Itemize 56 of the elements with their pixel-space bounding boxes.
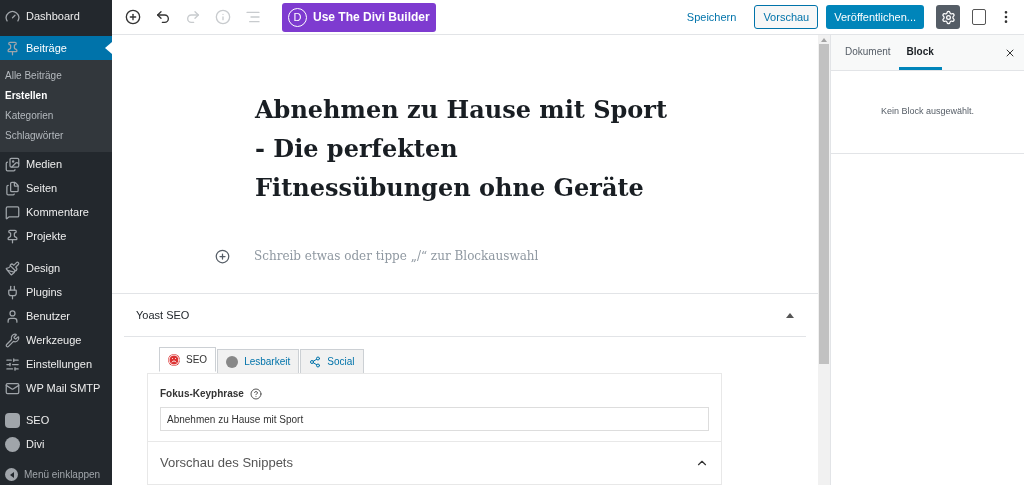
scrollbar[interactable] bbox=[818, 35, 830, 485]
publish-button[interactable]: Veröffentlichen... bbox=[826, 5, 924, 29]
collapse-icon[interactable] bbox=[786, 312, 794, 318]
preview-button[interactable]: Vorschau bbox=[754, 5, 819, 29]
panel-header[interactable]: Yoast SEO bbox=[124, 294, 806, 337]
submenu-item[interactable]: Schlagwörter bbox=[0, 126, 112, 146]
menu-icon bbox=[5, 284, 20, 300]
snippet-header[interactable]: Vorschau des Snippets bbox=[148, 442, 721, 484]
menu-icon bbox=[5, 260, 20, 276]
add-block-icon[interactable] bbox=[215, 248, 230, 264]
gauge-icon bbox=[5, 8, 20, 24]
yoast-tab[interactable]: Lesbarkeit bbox=[217, 349, 300, 374]
sidebar-item[interactable]: Seiten bbox=[0, 176, 112, 200]
menu-icon bbox=[5, 156, 20, 172]
yoast-tab[interactable]: SEO bbox=[159, 347, 217, 372]
menu-icon bbox=[5, 380, 20, 396]
circle-logo-icon bbox=[5, 436, 20, 452]
collapse-icon bbox=[5, 468, 18, 481]
submenu-item[interactable]: Alle Beiträge bbox=[0, 66, 112, 86]
menu-icon bbox=[5, 356, 20, 372]
keyphrase-field[interactable]: Abnehmen zu Hause mit Sport bbox=[160, 407, 709, 431]
sidebar-item[interactable]: SEO bbox=[0, 408, 112, 432]
save-link[interactable]: Speichern bbox=[680, 8, 743, 26]
empty-message: Kein Block ausgewählt. bbox=[880, 105, 975, 119]
menu-icon bbox=[5, 204, 20, 220]
sidebar-item[interactable]: Medien bbox=[0, 152, 112, 176]
sidebar-item[interactable]: Design bbox=[0, 256, 112, 280]
sidebar-item[interactable]: Dashboard bbox=[0, 4, 112, 28]
sidebar-item[interactable]: Beiträge bbox=[0, 36, 112, 60]
collapse-menu-button[interactable]: Menü einklappen bbox=[0, 464, 112, 485]
menu-icon bbox=[5, 308, 20, 324]
submenu-item[interactable]: Erstellen bbox=[0, 86, 112, 106]
panel-title: Yoast SEO bbox=[136, 307, 190, 323]
sidebar-item[interactable]: Divi bbox=[0, 432, 112, 456]
share-icon bbox=[309, 355, 322, 368]
yoast-tab[interactable]: Social bbox=[300, 349, 364, 374]
help-icon[interactable] bbox=[249, 387, 262, 400]
sidebar-tab[interactable]: Dokument bbox=[837, 35, 899, 70]
sidebar-item[interactable]: Kommentare bbox=[0, 200, 112, 224]
divi-builder-button[interactable]: D Use The Divi Builder bbox=[282, 2, 436, 32]
settings-button[interactable] bbox=[936, 5, 960, 29]
menu-icon bbox=[5, 180, 20, 196]
post-title[interactable]: Abnehmen zu Hause mit Sport - Die perfekten Fitnessübungen ohne Geräte bbox=[255, 90, 675, 207]
sidebar-tab[interactable]: Block bbox=[898, 35, 942, 70]
gear-icon bbox=[940, 9, 956, 25]
submenu-item[interactable]: Kategorien bbox=[0, 106, 112, 126]
sidebar-item[interactable]: Werkzeuge bbox=[0, 328, 112, 352]
sidebar-item[interactable]: Plugins bbox=[0, 280, 112, 304]
sidebar-item[interactable]: WP Mail SMTP bbox=[0, 376, 112, 400]
sidebar-item[interactable]: Benutzer bbox=[0, 304, 112, 328]
menu-icon bbox=[5, 332, 20, 348]
menu-icon bbox=[5, 40, 20, 56]
field-label: Fokus-Keyphrase bbox=[160, 387, 244, 401]
sidebar-item[interactable]: Projekte bbox=[0, 224, 112, 248]
sidebar-item[interactable]: Einstellungen bbox=[0, 352, 112, 376]
menu-icon bbox=[5, 228, 20, 244]
